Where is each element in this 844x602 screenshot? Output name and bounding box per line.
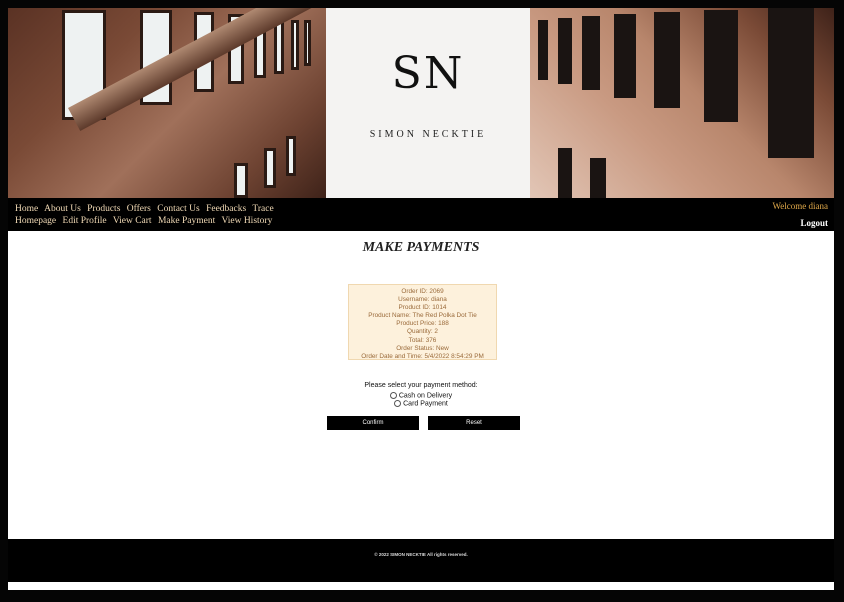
order-id: Order ID: 2069 — [401, 288, 444, 295]
card-payment-radio[interactable] — [394, 400, 402, 407]
card-payment-label: Card Payment — [403, 400, 448, 408]
logo-monogram: SN — [391, 48, 465, 99]
cash-on-delivery-radio[interactable] — [389, 392, 397, 399]
logout-link[interactable]: Logout — [800, 218, 828, 228]
page-title: MAKE PAYMENTS — [362, 240, 480, 255]
order-product-price: Product Price: 188 — [396, 320, 449, 328]
nav-homepage[interactable]: Homepage — [15, 216, 56, 226]
nav-home[interactable]: Home — [15, 204, 38, 214]
nav-row-primary: Home About Us Products Offers Contact Us… — [15, 204, 278, 214]
payment-option-cod: Cash on Delivery — [8, 392, 834, 399]
nav-row-secondary: Homepage Edit Profile View Cart Make Pay… — [15, 216, 276, 226]
order-username: Username: diana — [398, 296, 447, 304]
order-summary: Order ID: 2069 Username: diana Product I… — [348, 284, 497, 360]
order-product-name: Product Name: The Red Polka Dot Tie — [368, 312, 477, 320]
nav-make-payment[interactable]: Make Payment — [158, 216, 215, 226]
confirm-button[interactable]: Confirm — [327, 416, 419, 430]
page: SN SIMON NECKTIE Home About Us Products … — [8, 8, 834, 590]
order-quantity: Quantity: 2 — [407, 328, 438, 336]
nav-trace[interactable]: Trace — [252, 204, 273, 214]
nav-about-us[interactable]: About Us — [44, 204, 81, 214]
nav-contact-us[interactable]: Contact Us — [157, 204, 199, 214]
header-banner: SN SIMON NECKTIE — [8, 8, 834, 198]
nav-view-cart[interactable]: View Cart — [113, 216, 152, 226]
order-status: Order Status: New — [396, 344, 449, 352]
footer: © 2022 SIMON NECKTIE All rights reserved… — [8, 539, 834, 582]
nav-view-history[interactable]: View History — [221, 216, 272, 226]
banner-building-right — [530, 8, 834, 198]
nav-feedbacks[interactable]: Feedbacks — [206, 204, 246, 214]
reset-button[interactable]: Reset — [428, 416, 520, 430]
navigation-bar: Home About Us Products Offers Contact Us… — [8, 198, 834, 231]
cash-on-delivery-label: Cash on Delivery — [398, 392, 453, 400]
order-product-id: Product ID: 1014 — [398, 304, 447, 312]
banner-sky — [326, 8, 530, 198]
payment-method-prompt: Please select your payment method: — [364, 382, 478, 389]
order-date-time: Order Date and Time: 5/4/2022 8:54:29 PM — [361, 352, 484, 360]
logo-brand-name: SIMON NECKTIE — [369, 129, 487, 140]
welcome-text: Welcome diana — [772, 201, 829, 211]
payment-option-card: Card Payment — [8, 400, 834, 407]
nav-offers[interactable]: Offers — [127, 204, 151, 214]
copyright-text: © 2022 SIMON NECKTIE All rights reserved… — [374, 552, 468, 557]
banner-building-left — [8, 8, 363, 198]
window-frame: SN SIMON NECKTIE Home About Us Products … — [0, 0, 844, 602]
nav-products[interactable]: Products — [87, 204, 120, 214]
order-total: Total: 376 — [408, 336, 437, 344]
nav-edit-profile[interactable]: Edit Profile — [63, 216, 107, 226]
